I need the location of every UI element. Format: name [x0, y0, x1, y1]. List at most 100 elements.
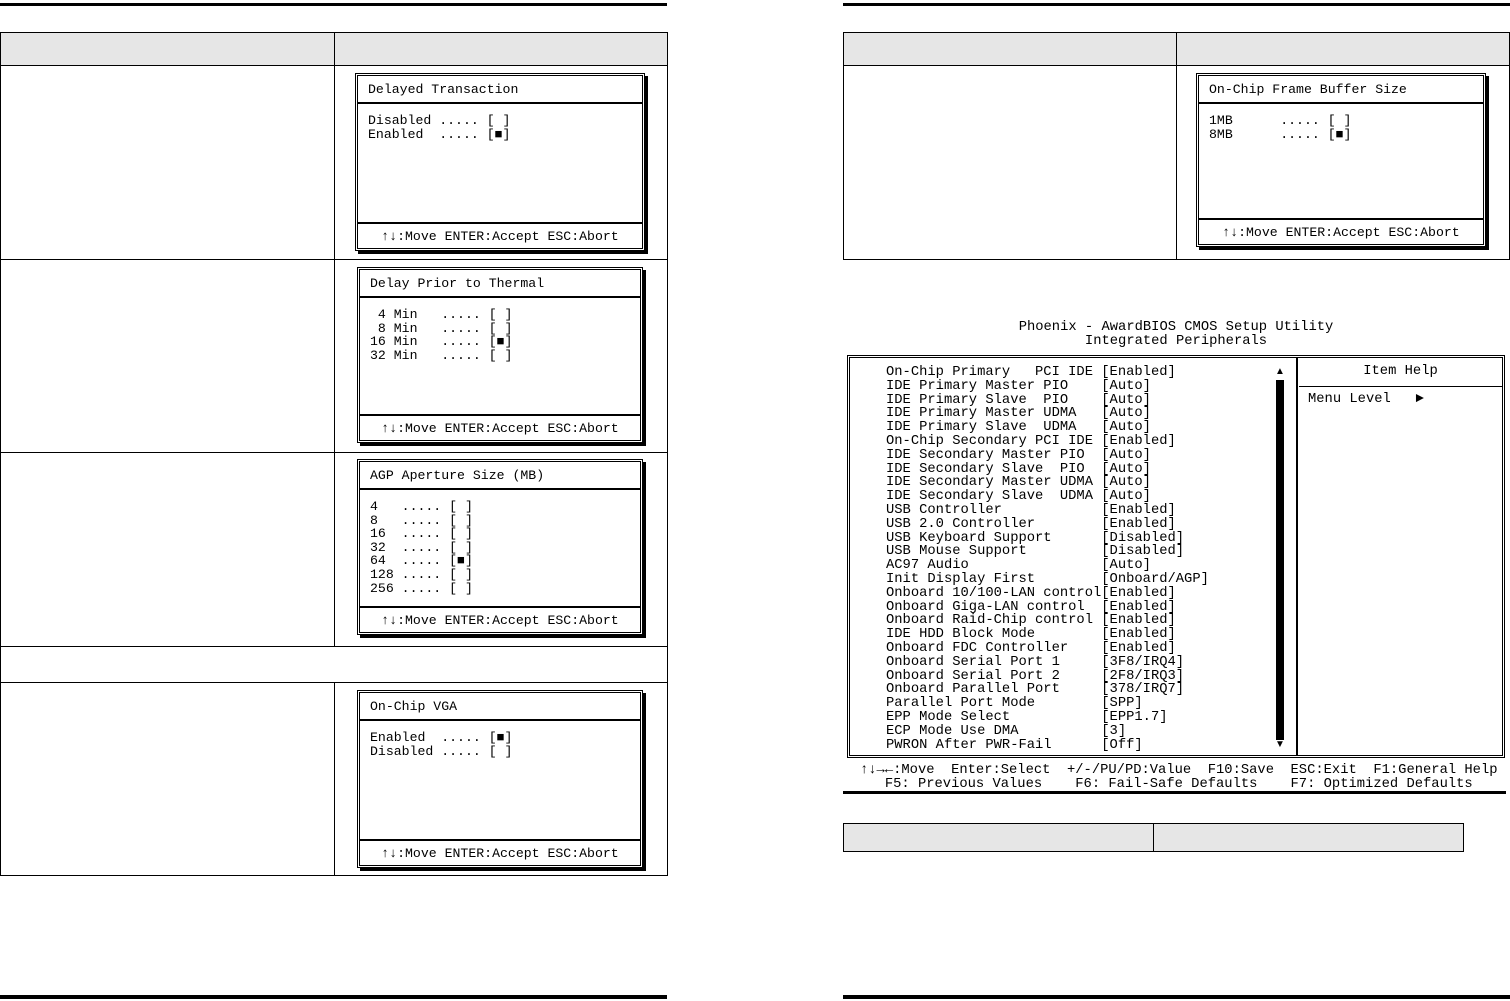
popup-delay-prior-to-thermal: Delay Prior to Thermal 4 Min ..... [ ] 8…	[357, 267, 643, 443]
bios-item-value: [Enabled]	[1101, 585, 1176, 601]
bios-item-value: [Auto]	[1101, 420, 1151, 436]
popup-title: On-Chip Frame Buffer Size	[1209, 82, 1407, 97]
bios-item[interactable]: ECP Mode Use DMA [3]	[886, 723, 1209, 739]
bios-item-label: Onboard Serial Port 1	[886, 654, 1060, 670]
row-divider	[1, 452, 667, 453]
bios-item[interactable]: IDE HDD Block Mode [Enabled]	[886, 628, 1209, 642]
row-divider	[1, 646, 667, 647]
popup-title: On-Chip VGA	[370, 699, 458, 714]
popup-title: Delay Prior to Thermal	[370, 276, 545, 291]
bios-item[interactable]: AC97 Audio [Auto]	[886, 559, 1209, 573]
bios-item-value: [EPP1.7]	[1101, 709, 1168, 725]
bios-item-list: On-Chip Primary PCI IDE [Enabled] IDE Prim…	[886, 366, 1209, 752]
bios-item[interactable]: On-Chip Secondary PCI IDE [Enabled]	[886, 435, 1209, 449]
bios-item[interactable]: PWRON After PWR-Fail [Off]	[886, 737, 1209, 753]
popup-option[interactable]: 4 Min ..... [ ]	[370, 308, 513, 322]
popup-option[interactable]: 8 ..... [ ]	[370, 513, 473, 528]
bios-item[interactable]: Onboard Serial Port 1 [3F8/IRQ4]	[886, 654, 1209, 670]
bios-item-label: PWRON After PWR-Fail	[886, 737, 1052, 753]
bios-item-value: [Enabled]	[1101, 502, 1176, 518]
bios-item[interactable]: USB 2.0 Controller [Enabled]	[886, 516, 1209, 532]
bios-item-label: On-Chip Primary PCI IDE	[886, 365, 1093, 380]
popup-option[interactable]: 16 ..... [ ]	[370, 527, 473, 541]
popup-option[interactable]: Disabled ..... [ ]	[368, 114, 510, 128]
popup-options: 1MB ..... [ ] 8MB ..... [■]	[1209, 114, 1351, 141]
bios-item-value: [SPP]	[1101, 696, 1143, 712]
bios-item-value: [Enabled]	[1101, 365, 1176, 380]
bios-title: Phoenix - AwardBIOS CMOS Setup Utility	[1018, 320, 1334, 335]
bios-item-value: [Onboard/AGP]	[1101, 571, 1209, 587]
popup-title-separator	[360, 719, 640, 721]
popup-delayed-transaction: Delayed Transaction Disabled ..... [ ] Ena…	[355, 73, 645, 251]
popup-footer: ↑↓:Move ENTER:Accept ESC:Abort	[381, 846, 619, 861]
bios-item[interactable]: IDE Primary Master PIO [Auto]	[886, 378, 1209, 394]
popup-title-separator	[360, 296, 640, 298]
popup-option[interactable]: Disabled ..... [ ]	[370, 744, 512, 759]
help-panel-divider	[1296, 358, 1298, 755]
bios-item[interactable]: Onboard FDC Controller [Enabled]	[886, 642, 1209, 656]
bios-item[interactable]: IDE Primary Slave UDMA [Auto]	[886, 421, 1209, 435]
popup-option[interactable]: 16 Min ..... [■]	[370, 335, 512, 349]
bios-item-value: [Off]	[1101, 737, 1143, 753]
bios-item-label: IDE Primary Master PIO	[886, 378, 1069, 394]
popup-footer-separator	[360, 606, 640, 608]
popup-option[interactable]: 32 ..... [ ]	[370, 541, 473, 555]
scroll-up-arrow[interactable]: ▲	[1275, 367, 1285, 377]
bios-item[interactable]: Parallel Port Mode [SPP]	[886, 697, 1209, 711]
bios-item-label: IDE HDD Block Mode	[886, 627, 1036, 643]
bios-item-label: Onboard 10/100-LAN control	[886, 585, 1102, 601]
popup-option[interactable]: 1MB ..... [ ]	[1209, 114, 1351, 128]
popup-frame-buffer-size: On-Chip Frame Buffer Size 1MB ..... [ ] 8M…	[1196, 73, 1486, 247]
popup-option[interactable]: 128 ..... [ ]	[370, 568, 473, 582]
column-divider	[1153, 824, 1154, 851]
bios-item-label: Init Display First	[886, 571, 1036, 587]
bios-item[interactable]: Init Display First [Onboard/AGP]	[886, 573, 1209, 587]
bios-item-label: USB Keyboard Support	[886, 530, 1052, 546]
bios-item[interactable]: EPP Mode Select [EPP1.7]	[886, 711, 1209, 725]
popup-on-chip-vga: On-Chip VGA Enabled ..... [■] Disabled ...…	[357, 690, 643, 868]
popup-option[interactable]: 4 ..... [ ]	[370, 500, 473, 514]
scrollbar-thumb[interactable]	[1276, 380, 1284, 740]
popup-option[interactable]: Enabled ..... [■]	[370, 731, 512, 745]
bios-item[interactable]: USB Controller [Enabled]	[886, 504, 1209, 518]
bios-item[interactable]: Onboard 10/100-LAN control[Enabled]	[886, 585, 1209, 601]
item-help-separator	[1299, 386, 1502, 387]
bios-item-label: ECP Mode Use DMA	[886, 723, 1019, 739]
bios-item-value: [3F8/IRQ4]	[1101, 654, 1185, 670]
popup-footer-separator	[360, 839, 640, 841]
bios-item[interactable]: On-Chip Primary PCI IDE [Enabled]	[886, 366, 1209, 380]
bios-item-value: [Enabled]	[1101, 640, 1176, 656]
popup-options: Disabled ..... [ ] Enabled ..... [■]	[368, 114, 510, 141]
top-rule-right	[843, 3, 1510, 6]
bios-item[interactable]: IDE Secondary Slave UDMA [Auto]	[886, 490, 1209, 504]
bottom-rule-left	[0, 995, 667, 999]
bios-item-value: [Auto]	[1101, 558, 1151, 574]
popup-option[interactable]: 8 Min ..... [ ]	[370, 321, 513, 336]
popup-footer-separator	[1199, 218, 1483, 220]
popup-footer: ↑↓:Move ENTER:Accept ESC:Abort	[381, 613, 619, 628]
bios-item-value: [3]	[1101, 723, 1127, 739]
bios-item-value: [Enabled]	[1101, 516, 1176, 532]
top-rule-left	[0, 3, 667, 6]
popup-option[interactable]: 8MB ..... [■]	[1209, 127, 1351, 142]
bios-item[interactable]: IDE Secondary Master PIO [Auto]	[886, 448, 1209, 463]
bios-footer-defaults: F5: Previous Values F6: Fail-Safe Defaul…	[860, 777, 1473, 792]
bios-item-label: EPP Mode Select	[886, 709, 1011, 725]
popup-footer-separator	[360, 414, 640, 416]
popup-option[interactable]: Enabled ..... [■]	[368, 127, 510, 142]
scroll-down-arrow[interactable]: ▼	[1275, 740, 1285, 750]
bios-item-label: USB 2.0 Controller	[886, 516, 1036, 532]
row-divider	[1, 259, 667, 260]
bios-item-value: [Auto]	[1101, 378, 1151, 394]
popup-footer: ↑↓:Move ENTER:Accept ESC:Abort	[381, 229, 619, 244]
popup-option[interactable]: 32 Min ..... [ ]	[370, 349, 512, 363]
settings-table-bottom	[843, 823, 1464, 852]
bios-item-label: Parallel Port Mode	[886, 696, 1036, 712]
popup-option[interactable]: 256 ..... [ ]	[370, 581, 473, 596]
popup-option[interactable]: 64 ..... [■]	[370, 554, 473, 568]
bios-item-value: [Auto]	[1101, 489, 1151, 505]
bios-footer-rule	[843, 791, 1506, 794]
column-divider	[334, 682, 335, 876]
row-divider	[1, 682, 667, 683]
bios-subtitle: Integrated Peripherals	[1084, 334, 1268, 349]
